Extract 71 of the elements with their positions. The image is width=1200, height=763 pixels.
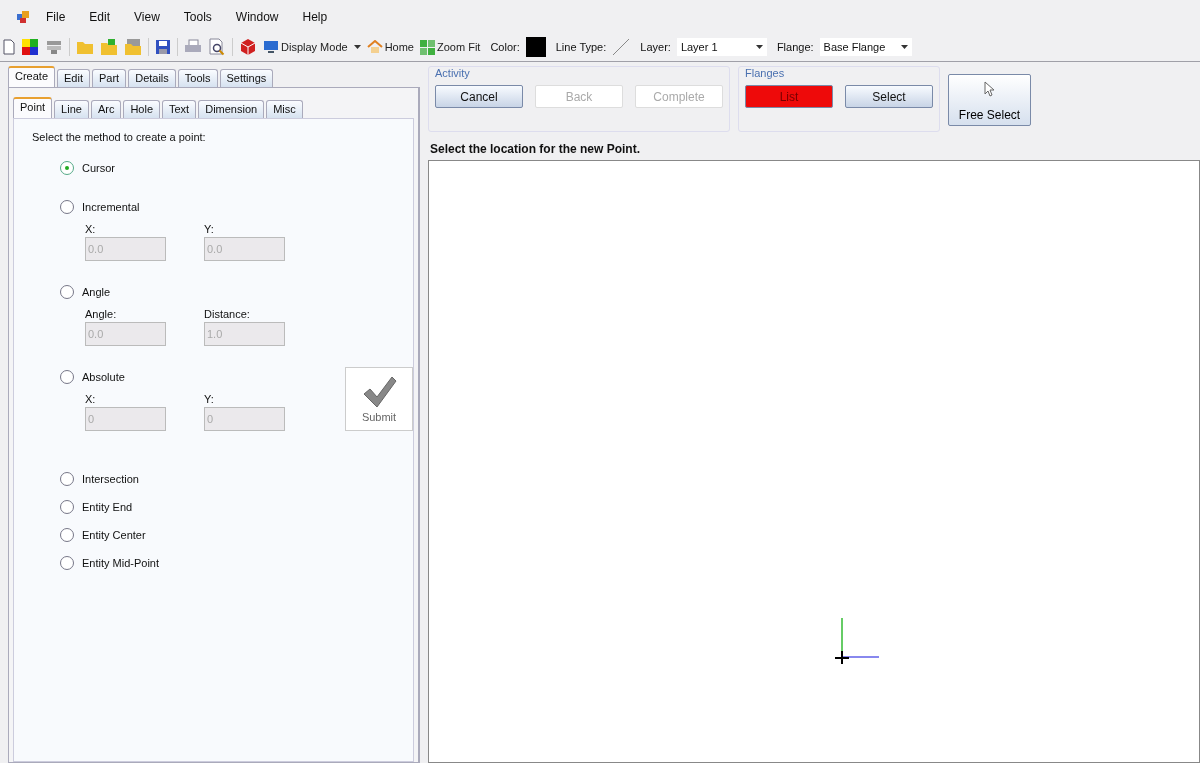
tab[interactable]: Details (128, 69, 176, 87)
app-logo-icon (16, 9, 32, 24)
radio-option[interactable]: Intersection (36, 471, 139, 487)
tab[interactable]: Point (13, 97, 53, 118)
flange-button[interactable]: Select (845, 85, 933, 108)
submit-button[interactable]: Submit (345, 367, 413, 431)
axes-drawing (834, 617, 880, 665)
grid-icon (420, 39, 435, 55)
radio-option[interactable]: Entity End (36, 499, 133, 515)
printer-icon[interactable] (184, 39, 202, 55)
tab[interactable]: Settings (219, 69, 274, 87)
checkmark-icon (361, 375, 397, 409)
home-button[interactable]: Home (366, 40, 414, 54)
layer-dropdown[interactable]: Layer 1 (676, 38, 767, 56)
radio-option[interactable]: Angle (36, 284, 111, 300)
zoom-fit-button[interactable]: Zoom Fit (420, 39, 481, 55)
menu-item[interactable]: Edit (89, 9, 111, 24)
group-title: Flanges (745, 67, 786, 81)
group-title: Activity (435, 67, 471, 81)
tab[interactable]: Hole (123, 100, 160, 118)
layers-icon[interactable] (45, 39, 63, 55)
tab[interactable]: Create (8, 66, 56, 87)
print-preview-icon[interactable] (208, 38, 226, 56)
radio-option[interactable]: Entity Center (36, 527, 146, 543)
house-icon (366, 40, 383, 54)
tab[interactable]: Tools (177, 69, 218, 87)
menu-item[interactable]: Tools (183, 9, 212, 24)
radio-option[interactable]: Cursor (36, 160, 115, 176)
menu-item[interactable]: View (134, 9, 160, 24)
folder-stack-icon[interactable] (124, 38, 142, 56)
field-label: Y: (204, 393, 215, 405)
radio-option[interactable]: Entity Mid-Point (36, 555, 160, 571)
field-label: Angle: (85, 308, 118, 320)
caret-icon (755, 44, 763, 50)
color-label: Color: (490, 41, 520, 53)
field-label: Y: (204, 223, 215, 235)
tab[interactable]: Part (92, 69, 127, 87)
color-palette-icon[interactable] (21, 38, 39, 56)
menu-item[interactable]: Help (302, 9, 328, 24)
flange-label: Flange: (776, 41, 814, 53)
tab[interactable]: Arc (90, 100, 122, 118)
prompt-text: Select the location for the new Point. (429, 141, 642, 158)
tab[interactable]: Dimension (198, 100, 265, 118)
caret-icon[interactable] (353, 44, 361, 50)
layer-label: Layer: (640, 41, 671, 53)
field-label: Distance: (204, 308, 251, 320)
radio-option[interactable]: Absolute (36, 369, 125, 385)
tab[interactable]: Edit (57, 69, 90, 87)
tab[interactable]: Misc (266, 100, 303, 118)
color-swatch[interactable] (525, 37, 546, 57)
flange-dropdown[interactable]: Base Flange (819, 38, 912, 56)
menu-item[interactable]: Window (235, 9, 279, 24)
monitor-icon (263, 40, 279, 54)
pointer-icon (983, 81, 996, 97)
line-type-icon[interactable] (612, 38, 631, 56)
save-icon[interactable] (155, 39, 171, 55)
menu-item[interactable]: File (46, 9, 66, 24)
field-label: X: (85, 393, 97, 405)
field-label: X: (85, 223, 97, 235)
colored-folder-icon[interactable] (100, 38, 118, 56)
new-document-icon[interactable] (3, 39, 15, 55)
cube-icon[interactable] (239, 38, 257, 56)
activity-button[interactable]: Cancel (435, 85, 523, 108)
tab[interactable]: Line (54, 100, 89, 118)
tab[interactable]: Text (162, 100, 197, 118)
caret-icon (900, 44, 908, 50)
instruction-text: Select the method to create a point: (32, 131, 207, 143)
free-select-button[interactable]: Free Select (948, 74, 1031, 126)
radio-option[interactable]: Incremental (36, 199, 140, 215)
display-mode-button[interactable]: Display Mode (263, 40, 348, 54)
line-type-label: Line Type: (555, 41, 607, 53)
